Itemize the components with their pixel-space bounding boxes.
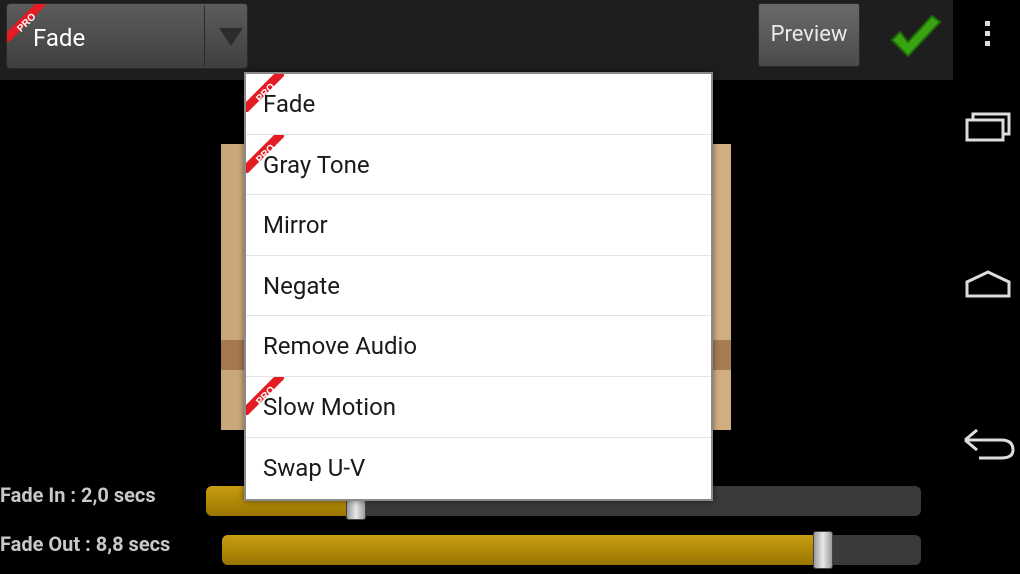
menu-item-slow-motion[interactable]: PRO Slow Motion bbox=[246, 376, 711, 438]
fade-out-label: Fade Out : 8,8 secs bbox=[0, 532, 171, 556]
menu-item-fade[interactable]: PRO Fade bbox=[246, 74, 711, 135]
home-icon[interactable] bbox=[953, 264, 1020, 300]
checkmark-icon[interactable] bbox=[886, 10, 946, 66]
menu-item-label: Negate bbox=[263, 271, 340, 300]
effect-selector[interactable]: PRO Fade bbox=[6, 3, 248, 69]
menu-item-mirror[interactable]: Mirror bbox=[246, 195, 711, 256]
menu-item-gray-tone[interactable]: PRO Gray Tone bbox=[246, 134, 711, 196]
menu-item-label: Mirror bbox=[263, 211, 328, 240]
preview-button[interactable]: Preview bbox=[758, 3, 860, 67]
system-nav-bar bbox=[953, 0, 1020, 574]
menu-item-label: Gray Tone bbox=[263, 150, 370, 179]
menu-item-label: Remove Audio bbox=[263, 332, 418, 361]
menu-item-swap-u-v[interactable]: Swap U-V bbox=[246, 438, 711, 499]
menu-item-label: Slow Motion bbox=[263, 392, 397, 421]
spinner-divider bbox=[204, 6, 205, 66]
selected-effect-label: Fade bbox=[33, 24, 86, 52]
back-icon[interactable] bbox=[953, 424, 1020, 464]
dropdown-arrow-icon bbox=[219, 28, 243, 46]
recents-icon[interactable] bbox=[953, 108, 1020, 144]
fade-out-fill bbox=[222, 535, 824, 565]
fade-out-thumb[interactable] bbox=[813, 531, 834, 569]
toolbar: PRO Fade Preview bbox=[0, 0, 953, 80]
menu-item-label: Swap U-V bbox=[263, 453, 366, 482]
effects-dropdown: PRO Fade PRO Gray Tone Mirror Negate Rem… bbox=[244, 72, 713, 501]
menu-item-remove-audio[interactable]: Remove Audio bbox=[246, 316, 711, 377]
menu-item-label: Fade bbox=[263, 90, 316, 118]
menu-item-negate[interactable]: Negate bbox=[246, 256, 711, 317]
fade-in-label: Fade In : 2,0 secs bbox=[0, 483, 156, 507]
overflow-menu-icon[interactable] bbox=[953, 18, 1020, 48]
